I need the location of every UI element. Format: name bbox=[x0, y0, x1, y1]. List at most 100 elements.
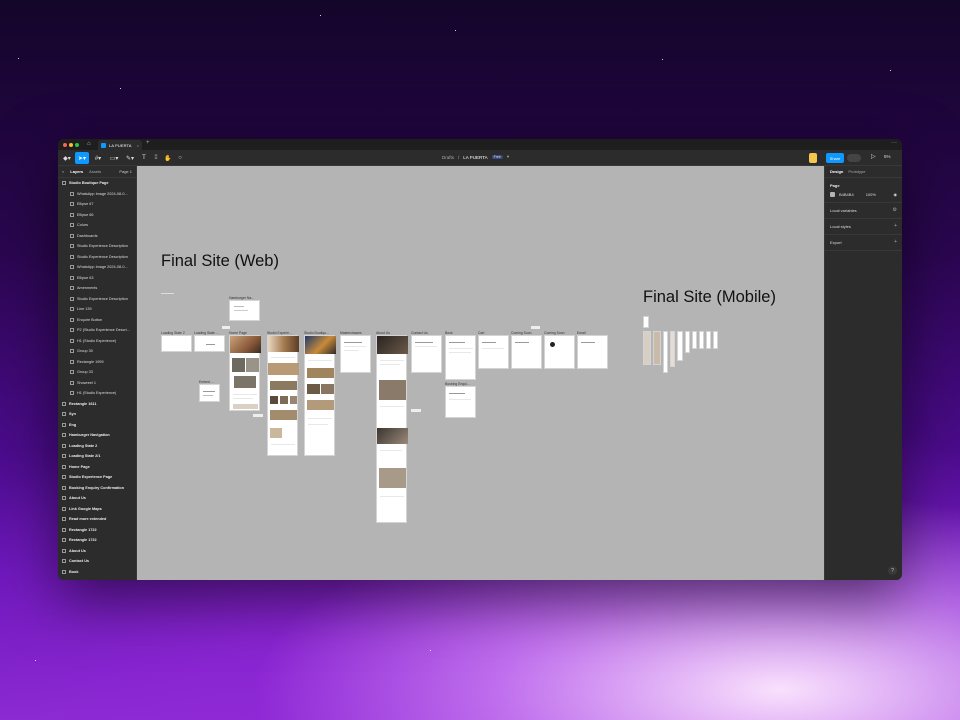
layer-item[interactable]: Ellipse 67 bbox=[58, 199, 136, 210]
export-label[interactable]: Export bbox=[830, 240, 842, 245]
layer-item[interactable]: WhatsApp Image 2024-08-0... bbox=[58, 189, 136, 200]
home-icon[interactable]: ⌂ bbox=[87, 141, 94, 148]
layer-item[interactable]: Booking Enquiry Confirmation bbox=[58, 483, 136, 494]
layer-item[interactable]: Studio Experience Page bbox=[58, 472, 136, 483]
layer-item[interactable]: Link Google Maps bbox=[58, 504, 136, 515]
frame-hamburger-navigation[interactable] bbox=[229, 300, 260, 321]
new-tab-button[interactable]: + bbox=[146, 140, 150, 146]
tab-design[interactable]: Design bbox=[830, 169, 843, 174]
layer-item[interactable]: Contact Us bbox=[58, 556, 136, 567]
layer-item[interactable]: Rectangle 1959 bbox=[58, 357, 136, 368]
layer-item[interactable]: Amenments bbox=[58, 283, 136, 294]
canvas[interactable]: Final Site (Web) Final Site (Mobile) Loa… bbox=[137, 166, 824, 580]
layer-item[interactable]: Studio Experience Description bbox=[58, 241, 136, 252]
frame-booking-enquiry[interactable] bbox=[445, 386, 476, 418]
layer-item[interactable]: Rectangle 1722 bbox=[58, 525, 136, 536]
layer-item[interactable]: Enquire Button bbox=[58, 315, 136, 326]
mobile-frame[interactable] bbox=[663, 331, 668, 373]
layer-item[interactable]: Studio Experience Description bbox=[58, 252, 136, 263]
move-tool-icon[interactable]: ➤▾ bbox=[75, 152, 89, 164]
frame-coming-soon-2[interactable] bbox=[544, 335, 575, 369]
frame-home-page[interactable] bbox=[229, 335, 261, 411]
layer-item[interactable]: Showreel 1 bbox=[58, 378, 136, 389]
mobile-frame[interactable] bbox=[713, 331, 718, 349]
variables-icon[interactable]: ⚙ bbox=[893, 207, 897, 213]
tab-assets[interactable]: Assets bbox=[89, 169, 101, 174]
layer-item[interactable]: Studio Experience Description bbox=[58, 294, 136, 305]
layer-item[interactable]: Eng bbox=[58, 420, 136, 431]
local-styles-label[interactable]: Local styles bbox=[830, 224, 851, 229]
layer-item[interactable]: Loading State 2/1 bbox=[58, 451, 136, 462]
heading-final-site-web[interactable]: Final Site (Web) bbox=[161, 252, 279, 271]
text-tool-icon[interactable]: T bbox=[139, 152, 149, 164]
file-tab[interactable]: LA PUERTA × bbox=[98, 140, 142, 150]
frame-book[interactable] bbox=[445, 335, 476, 380]
frame-masterclasses[interactable] bbox=[340, 335, 371, 373]
mobile-frame[interactable] bbox=[685, 331, 690, 353]
layer-item[interactable]: Book bbox=[58, 567, 136, 578]
layer-item[interactable]: Home Page bbox=[58, 462, 136, 473]
local-styles-section[interactable]: Local styles + bbox=[825, 219, 902, 235]
frame-cart[interactable] bbox=[478, 335, 509, 369]
layer-item[interactable]: H1 (Studio Experience) bbox=[58, 388, 136, 399]
layer-item[interactable]: Line 139 bbox=[58, 304, 136, 315]
maximize-window-button[interactable] bbox=[75, 142, 79, 147]
rectangle-tool-icon[interactable]: ▭▾ bbox=[107, 152, 121, 164]
layer-item[interactable]: WhatsApp Image 2024-08-0... bbox=[58, 262, 136, 273]
tab-close-icon[interactable]: × bbox=[137, 143, 139, 148]
bg-opacity-value[interactable]: 100% bbox=[866, 192, 876, 197]
layer-item[interactable]: Rectangle 1611 bbox=[58, 399, 136, 410]
layer-item[interactable]: Read more extended bbox=[58, 514, 136, 525]
help-button[interactable]: ? bbox=[888, 566, 897, 575]
file-name[interactable]: LA PUERTA bbox=[463, 155, 487, 160]
frame-studio-boutique[interactable] bbox=[304, 335, 336, 456]
resources-tool-icon[interactable]: ⁞⁞ bbox=[151, 152, 161, 164]
frame-loading-state-2-1[interactable] bbox=[194, 335, 225, 352]
mobile-frame[interactable] bbox=[699, 331, 704, 349]
mobile-frame[interactable] bbox=[692, 331, 697, 349]
layer-item[interactable]: Loading State 2 bbox=[58, 441, 136, 452]
local-variables-section[interactable]: Local variables ⚙ bbox=[825, 203, 902, 219]
hand-tool-icon[interactable]: ✋ bbox=[163, 152, 173, 164]
layer-item[interactable]: About Us bbox=[58, 546, 136, 557]
mobile-frame[interactable] bbox=[643, 331, 651, 365]
frame-embed[interactable] bbox=[199, 384, 220, 402]
frame-email[interactable] bbox=[577, 335, 608, 369]
export-section[interactable]: Export + bbox=[825, 235, 902, 251]
page-bg-row[interactable]: B4B4B4 100% ◉ bbox=[830, 192, 897, 197]
heading-final-site-mobile[interactable]: Final Site (Mobile) bbox=[643, 288, 776, 307]
layer-item[interactable]: Dashboards bbox=[58, 231, 136, 242]
mobile-frame[interactable] bbox=[677, 331, 683, 361]
minimize-window-button[interactable] bbox=[69, 142, 73, 147]
share-button[interactable]: Share bbox=[826, 153, 844, 163]
layer-item[interactable]: P2 (Studio Experience Descri... bbox=[58, 325, 136, 336]
layer-item[interactable]: Ellipse 63 bbox=[58, 273, 136, 284]
layer-item[interactable]: Group 30 bbox=[58, 346, 136, 357]
add-style-icon[interactable]: + bbox=[894, 223, 897, 229]
mobile-frame[interactable] bbox=[670, 331, 675, 367]
main-menu-icon[interactable]: ◆▾ bbox=[61, 152, 73, 164]
mobile-frame[interactable] bbox=[706, 331, 711, 349]
present-icon[interactable]: ▷ bbox=[871, 153, 876, 160]
mobile-frame[interactable] bbox=[643, 316, 649, 328]
page-selector[interactable]: Page 1 bbox=[119, 169, 132, 174]
frame-coming-soon-1[interactable] bbox=[511, 335, 542, 369]
layer-item[interactable]: Rectangle 1722 bbox=[58, 535, 136, 546]
pen-tool-icon[interactable]: ✎▾ bbox=[123, 152, 137, 164]
layer-item[interactable]: Group 33 bbox=[58, 367, 136, 378]
comment-tool-icon[interactable]: ○ bbox=[175, 152, 185, 164]
frame-studio-experience[interactable] bbox=[267, 335, 299, 456]
layer-item[interactable]: Ellipse 66 bbox=[58, 210, 136, 221]
chevron-down-icon[interactable]: ▾ bbox=[507, 154, 509, 160]
layer-item[interactable]: Colors bbox=[58, 220, 136, 231]
bg-hex-value[interactable]: B4B4B4 bbox=[839, 192, 854, 197]
layer-item[interactable]: H1 (Studio Experience) bbox=[58, 336, 136, 347]
layer-item[interactable]: Studio Boutique Page bbox=[58, 178, 136, 189]
local-variables-label[interactable]: Local variables bbox=[830, 208, 857, 213]
eye-icon[interactable]: ◉ bbox=[894, 192, 898, 197]
add-export-icon[interactable]: + bbox=[894, 239, 897, 245]
breadcrumb-folder[interactable]: Drafts bbox=[442, 155, 454, 160]
dev-mode-toggle[interactable] bbox=[847, 154, 861, 162]
search-icon[interactable]: ⌕ bbox=[62, 169, 64, 174]
avatar[interactable] bbox=[809, 153, 817, 163]
